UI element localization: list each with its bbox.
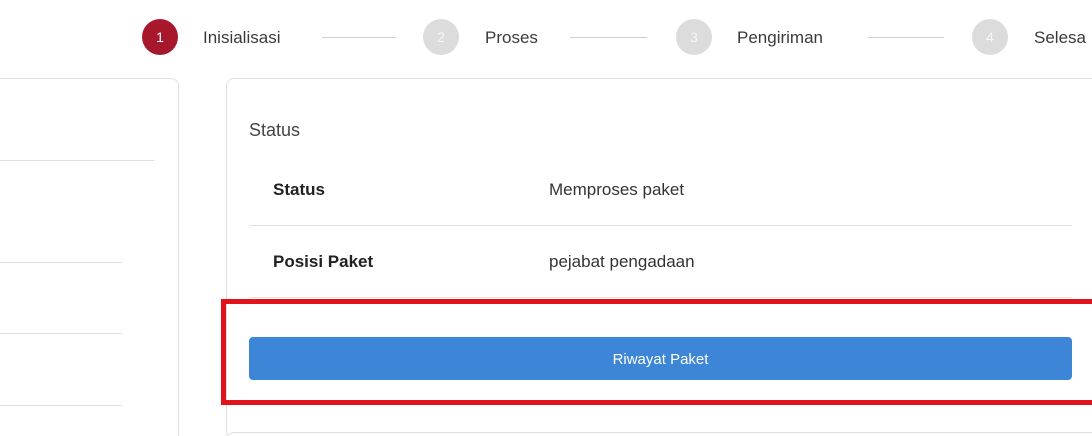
left-divider (0, 160, 154, 161)
row-divider (249, 225, 1072, 226)
left-info-panel (0, 78, 179, 436)
status-row-label: Status (273, 180, 325, 199)
row-divider (249, 297, 1072, 298)
progress-stepper: 1 Inisialisasi 2 Proses 3 Pengiriman 4 S… (0, 12, 1092, 55)
step-2-label[interactable]: Proses (485, 29, 538, 47)
step-connector (570, 37, 647, 38)
package-position-label: Posisi Paket (273, 252, 374, 271)
step-4-label[interactable]: Selesa (1034, 29, 1086, 47)
left-divider (0, 333, 122, 334)
step-connector (868, 37, 944, 38)
step-3-label[interactable]: Pengiriman (737, 29, 823, 47)
step-1-label[interactable]: Inisialisasi (203, 29, 280, 47)
left-divider (0, 405, 122, 406)
next-card-edge (226, 432, 1092, 436)
step-2-circle[interactable]: 2 (423, 19, 459, 55)
status-row-value: Memproses paket (549, 180, 685, 199)
package-history-button[interactable]: Riwayat Paket (249, 337, 1072, 380)
step-3-circle[interactable]: 3 (676, 19, 712, 55)
package-position-value: pejabat pengadaan (549, 252, 695, 271)
page: 1 Inisialisasi 2 Proses 3 Pengiriman 4 S… (0, 0, 1092, 436)
status-section-title: Status (249, 120, 301, 140)
step-1-circle[interactable]: 1 (142, 19, 178, 55)
step-connector (322, 37, 396, 38)
step-4-circle[interactable]: 4 (972, 19, 1008, 55)
left-divider (0, 262, 122, 263)
